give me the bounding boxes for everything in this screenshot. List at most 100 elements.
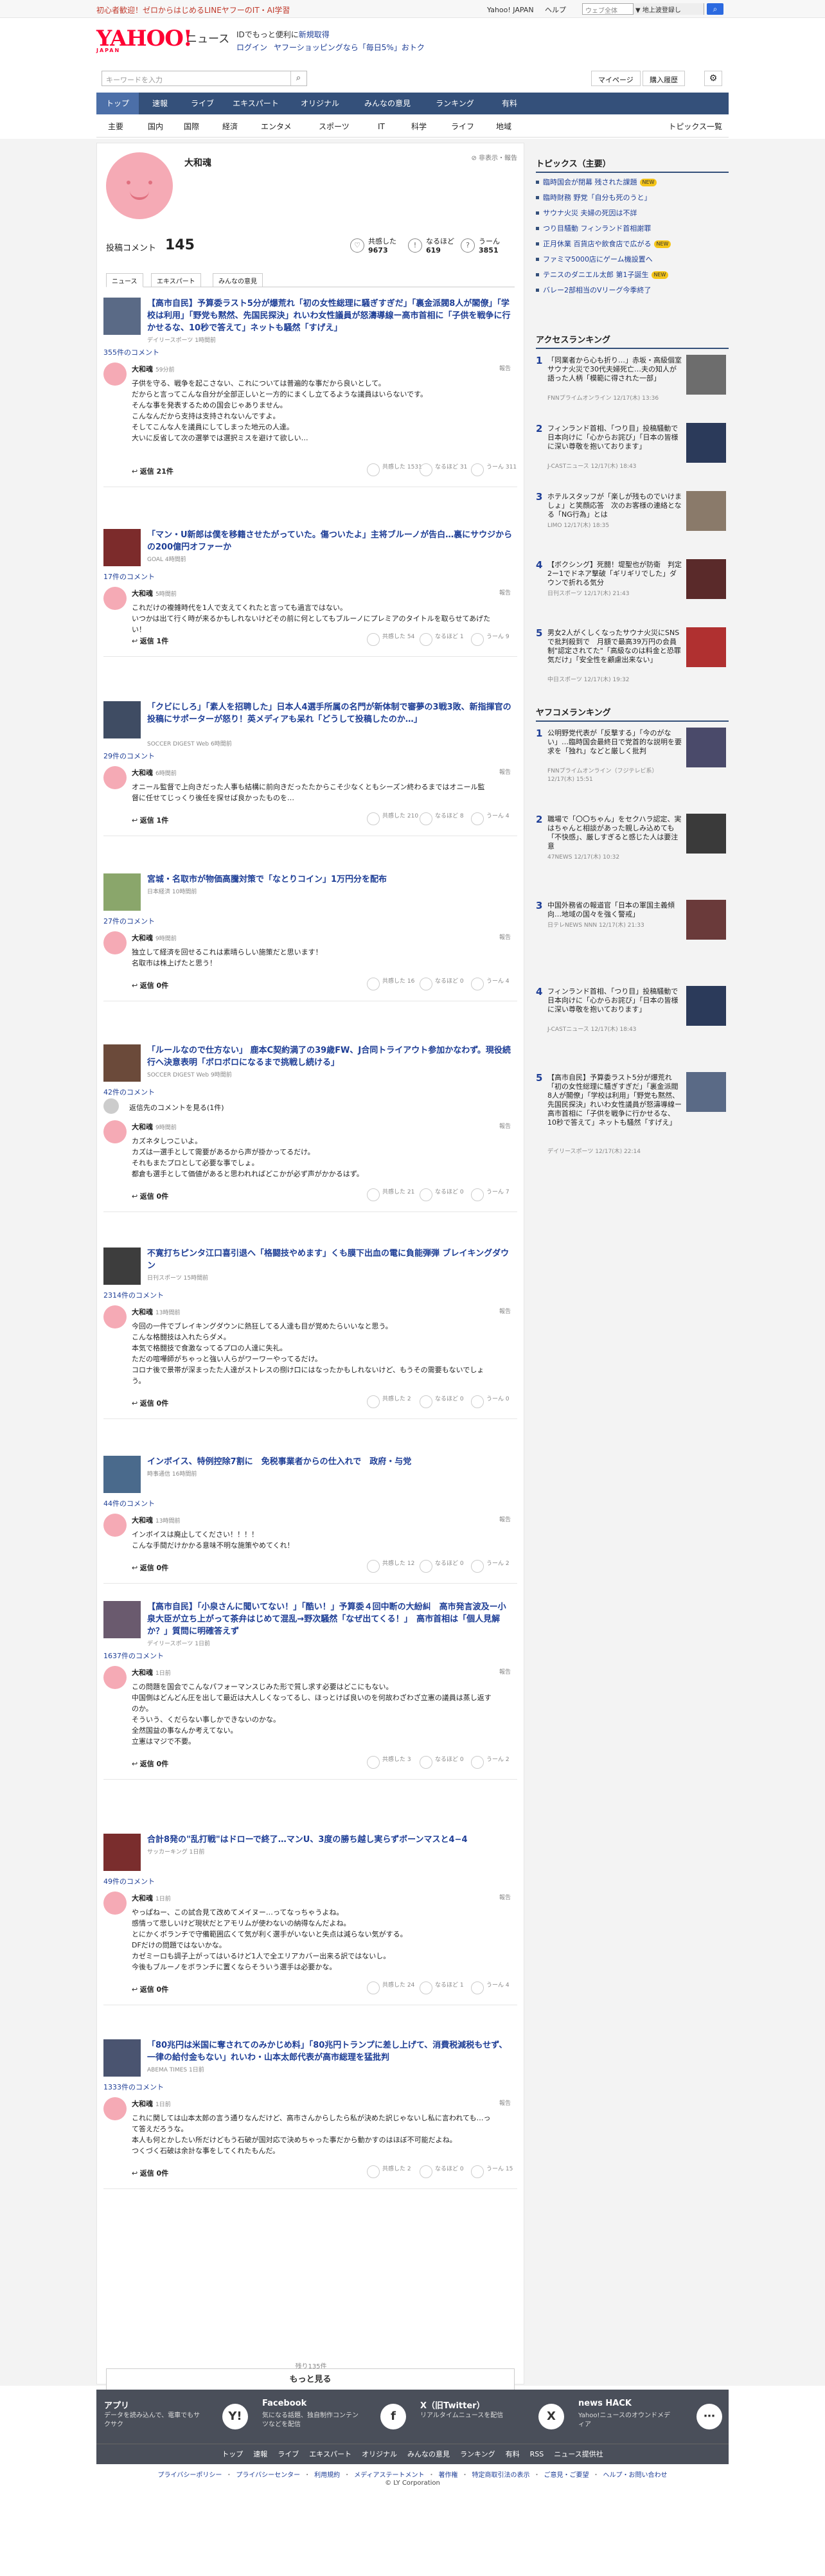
- article-thumbnail[interactable]: [103, 298, 141, 335]
- ranking-title[interactable]: フィンランド首相、「つり目」投稿騒動で日本向けに「心からお詫び」「日本の皆様に深…: [547, 987, 682, 1014]
- ranking-item[interactable]: 3 ホテルスタッフが「楽しが残ものでいけましょ」と笑顔応答 次のお客様の連絡となる…: [536, 491, 729, 554]
- help-link[interactable]: ヘルプ: [545, 6, 566, 14]
- reply-button[interactable]: ↩ 返信 0件: [132, 1984, 168, 1994]
- comment-count-link[interactable]: 49件のコメント: [103, 1876, 155, 1886]
- insightful-button[interactable]: なるほど 1: [420, 633, 464, 646]
- purchase-history-button[interactable]: 購入履歴: [643, 71, 685, 86]
- footer-nav-item[interactable]: 速報: [253, 2450, 267, 2458]
- comment-count-link[interactable]: 27件のコメント: [103, 916, 155, 926]
- comment-count-link[interactable]: 1333件のコメント: [103, 2082, 164, 2092]
- load-more-button[interactable]: もっと見る: [106, 2368, 515, 2390]
- insightful-button[interactable]: なるほど 0: [420, 978, 464, 990]
- footer-nav-item[interactable]: ライブ: [278, 2450, 299, 2458]
- ranking-title[interactable]: 中国外務省の報道官「日本の軍国主義傾向…地域の国々を強く警戒」: [547, 901, 682, 919]
- footer-nav-item[interactable]: みんなの意見: [407, 2450, 450, 2458]
- ranking-thumbnail[interactable]: [686, 627, 726, 667]
- ranking-title[interactable]: ホテルスタッフが「楽しが残ものでいけましょ」と笑顔応答 次のお客様の連絡となる「…: [547, 492, 682, 519]
- tab-live[interactable]: ライブ: [181, 93, 224, 114]
- footer-link[interactable]: ご意見・ご要望: [544, 2472, 589, 2479]
- footer-link[interactable]: ヘルプ・お問い合わせ: [603, 2472, 667, 2479]
- hmm-button[interactable]: うーん 15: [471, 2165, 513, 2178]
- ranking-title[interactable]: 【高市自民】予算委ラスト5分が爆荒れ「初の女性総理に騒ぎすぎだ」「裏金派閥8人が…: [547, 1073, 682, 1127]
- footer-link[interactable]: プライバシーセンター: [236, 2472, 300, 2479]
- ranking-item[interactable]: 1 「同業者から心も折り…」赤坂・高級個室サウナ火災で30代夫婦死亡…夫の知人が語…: [536, 355, 729, 418]
- tab-original[interactable]: オリジナル: [288, 93, 352, 114]
- ranking-title[interactable]: 【ボクシング】死闘！堤聖也が防衛 判定2ー1でドネア撃破「ギリギリでした」ダウン…: [547, 560, 682, 587]
- hmm-button[interactable]: うーん 4: [471, 1981, 510, 1994]
- cat-economy[interactable]: 経済: [222, 116, 238, 138]
- insightful-button[interactable]: なるほど 0: [420, 1395, 464, 1408]
- report-link[interactable]: 報告: [499, 588, 511, 596]
- topic-item[interactable]: 臨時財務 野党「自分も死のうと」: [536, 190, 729, 206]
- footer-x[interactable]: X（旧Twitter） リアルタイムニュースを配信 X: [412, 2390, 571, 2444]
- article-thumbnail[interactable]: [103, 529, 141, 566]
- footer-nav-item[interactable]: オリジナル: [362, 2450, 397, 2458]
- footer-nav-item[interactable]: 有料: [506, 2450, 520, 2458]
- cat-region[interactable]: 地域: [496, 116, 511, 138]
- ranking-item[interactable]: 5 男女2人がくしくなったサウナ火災にSNSで批判殺到で 月額で最高39万円の会員…: [536, 627, 729, 690]
- article-thumbnail[interactable]: [103, 1456, 141, 1493]
- report-link[interactable]: 報告: [499, 364, 511, 372]
- hmm-button[interactable]: うーん 2: [471, 1560, 510, 1573]
- tab-opinions[interactable]: みんなの意見: [352, 93, 423, 114]
- ranking-thumbnail[interactable]: [686, 1072, 726, 1112]
- article-thumbnail[interactable]: [103, 873, 141, 911]
- promo-link[interactable]: 初心者歓迎！ゼロからはじめるLINEヤフーのIT・AI学習: [96, 4, 290, 15]
- cat-main[interactable]: 主要: [108, 116, 123, 138]
- cat-science[interactable]: 科学: [411, 116, 427, 138]
- article-title[interactable]: 【高市自民】予算委ラスト5分が爆荒れ「初の女性総理に騒ぎすぎだ」「裏金派閥8人が…: [147, 298, 513, 334]
- hmm-button[interactable]: うーん 311: [471, 463, 517, 476]
- comment-count-link[interactable]: 2314件のコメント: [103, 1290, 164, 1300]
- ranking-thumbnail[interactable]: [686, 423, 726, 463]
- ranking-thumbnail[interactable]: [686, 814, 726, 854]
- agree-button[interactable]: 共感した 12: [367, 1560, 414, 1573]
- agree-button[interactable]: 共感した 1531: [367, 463, 422, 476]
- ranking-thumbnail[interactable]: [686, 728, 726, 767]
- topic-item[interactable]: サウナ火災 夫婦の死因は不詳: [536, 206, 729, 221]
- yahoo-japan-link[interactable]: Yahoo! JAPAN: [487, 6, 534, 14]
- ranking-thumbnail[interactable]: [686, 986, 726, 1026]
- footer-newshack[interactable]: news HACK Yahoo!ニュースのオウンドメディア ⋯: [571, 2390, 729, 2444]
- tab-news[interactable]: ニュース: [106, 273, 143, 287]
- web-search-input[interactable]: ウェブ全体 ▼ 地上波登録し: [582, 3, 704, 15]
- insightful-button[interactable]: なるほど 31: [420, 463, 467, 476]
- topic-item[interactable]: 正月休業 百貨店や飲食店で広がる NEW: [536, 237, 729, 252]
- hmm-button[interactable]: うーん 4: [471, 812, 510, 825]
- hmm-button[interactable]: うーん 2: [471, 1756, 510, 1769]
- ranking-thumbnail[interactable]: [686, 900, 726, 940]
- comment-count-link[interactable]: 42件のコメント: [103, 1087, 155, 1097]
- footer-link[interactable]: 利用規約: [314, 2472, 340, 2479]
- comment-author[interactable]: 大和魂 5時間前: [132, 588, 177, 598]
- reply-button[interactable]: ↩ 返信 0件: [132, 1562, 168, 1573]
- ranking-thumbnail[interactable]: [686, 491, 726, 531]
- report-link[interactable]: 報告: [499, 1667, 511, 1676]
- article-title[interactable]: 不寛打ちピンタ江口喜引退へ「格闘技やめます」くも膜下出血の電に負能弾弾 ブレイキ…: [147, 1248, 513, 1272]
- ranking-title[interactable]: フィンランド首相、「つり目」投稿騒動で日本向けに「心からお詫び」「日本の皆様に深…: [547, 424, 682, 451]
- article-title[interactable]: 「マン・U新郎は僕を移籍させたがっていた。傷ついたよ」主将ブルーノが告白…裏にサ…: [147, 529, 513, 553]
- comment-count-link[interactable]: 17件のコメント: [103, 571, 155, 582]
- report-link[interactable]: 報告: [499, 1307, 511, 1315]
- ranking-title[interactable]: 男女2人がくしくなったサウナ火災にSNSで批判殺到で 月額で最高39万円の会員制…: [547, 629, 682, 665]
- cat-sports[interactable]: スポーツ: [319, 116, 350, 138]
- article-title[interactable]: 「クビにしろ」「素人を招聘した」日本人4選手所属の名門が新体制で審夢の3戦3敗、…: [147, 701, 513, 726]
- insightful-button[interactable]: なるほど 8: [420, 812, 464, 825]
- news-section-label[interactable]: ニュース: [186, 30, 229, 46]
- article-thumbnail[interactable]: [103, 1248, 141, 1285]
- gear-icon[interactable]: ⚙: [704, 71, 722, 86]
- cat-life[interactable]: ライフ: [451, 116, 474, 138]
- agree-button[interactable]: 共感した 24: [367, 1981, 414, 1994]
- ranking-item[interactable]: 1 公明野党代表が「反撃する」「今のがない」…臨時国会最終日で党首的な説明を要求を…: [536, 728, 729, 809]
- report-link[interactable]: 報告: [499, 1515, 511, 1523]
- comment-author[interactable]: 大和魂 13時間前: [132, 1307, 180, 1317]
- insightful-button[interactable]: なるほど 0: [420, 1756, 464, 1769]
- reply-button[interactable]: ↩ 返信 0件: [132, 2168, 168, 2178]
- insightful-button[interactable]: なるほど 0: [420, 1188, 464, 1201]
- topic-item[interactable]: 臨時国会が閉幕 残された課題 NEW: [536, 175, 729, 190]
- ranking-item[interactable]: 3 中国外務省の報道官「日本の軍国主義傾向…地域の国々を強く警戒」 日テレNEWS …: [536, 900, 729, 981]
- ranking-title[interactable]: 職場で「〇〇ちゃん」をセクハラ認定、実はちゃんと相談があった親しみ込めても「不快…: [547, 815, 682, 851]
- tab-breaking[interactable]: 速報: [139, 93, 181, 114]
- topic-item[interactable]: テニスのダニエル太郎 第1子誕生 NEW: [536, 267, 729, 283]
- topic-item[interactable]: つり目騒動 フィンランド首相謝罪: [536, 221, 729, 237]
- reply-button[interactable]: ↩ 返信 0件: [132, 1398, 168, 1408]
- tab-expert[interactable]: エキスパート: [224, 93, 288, 114]
